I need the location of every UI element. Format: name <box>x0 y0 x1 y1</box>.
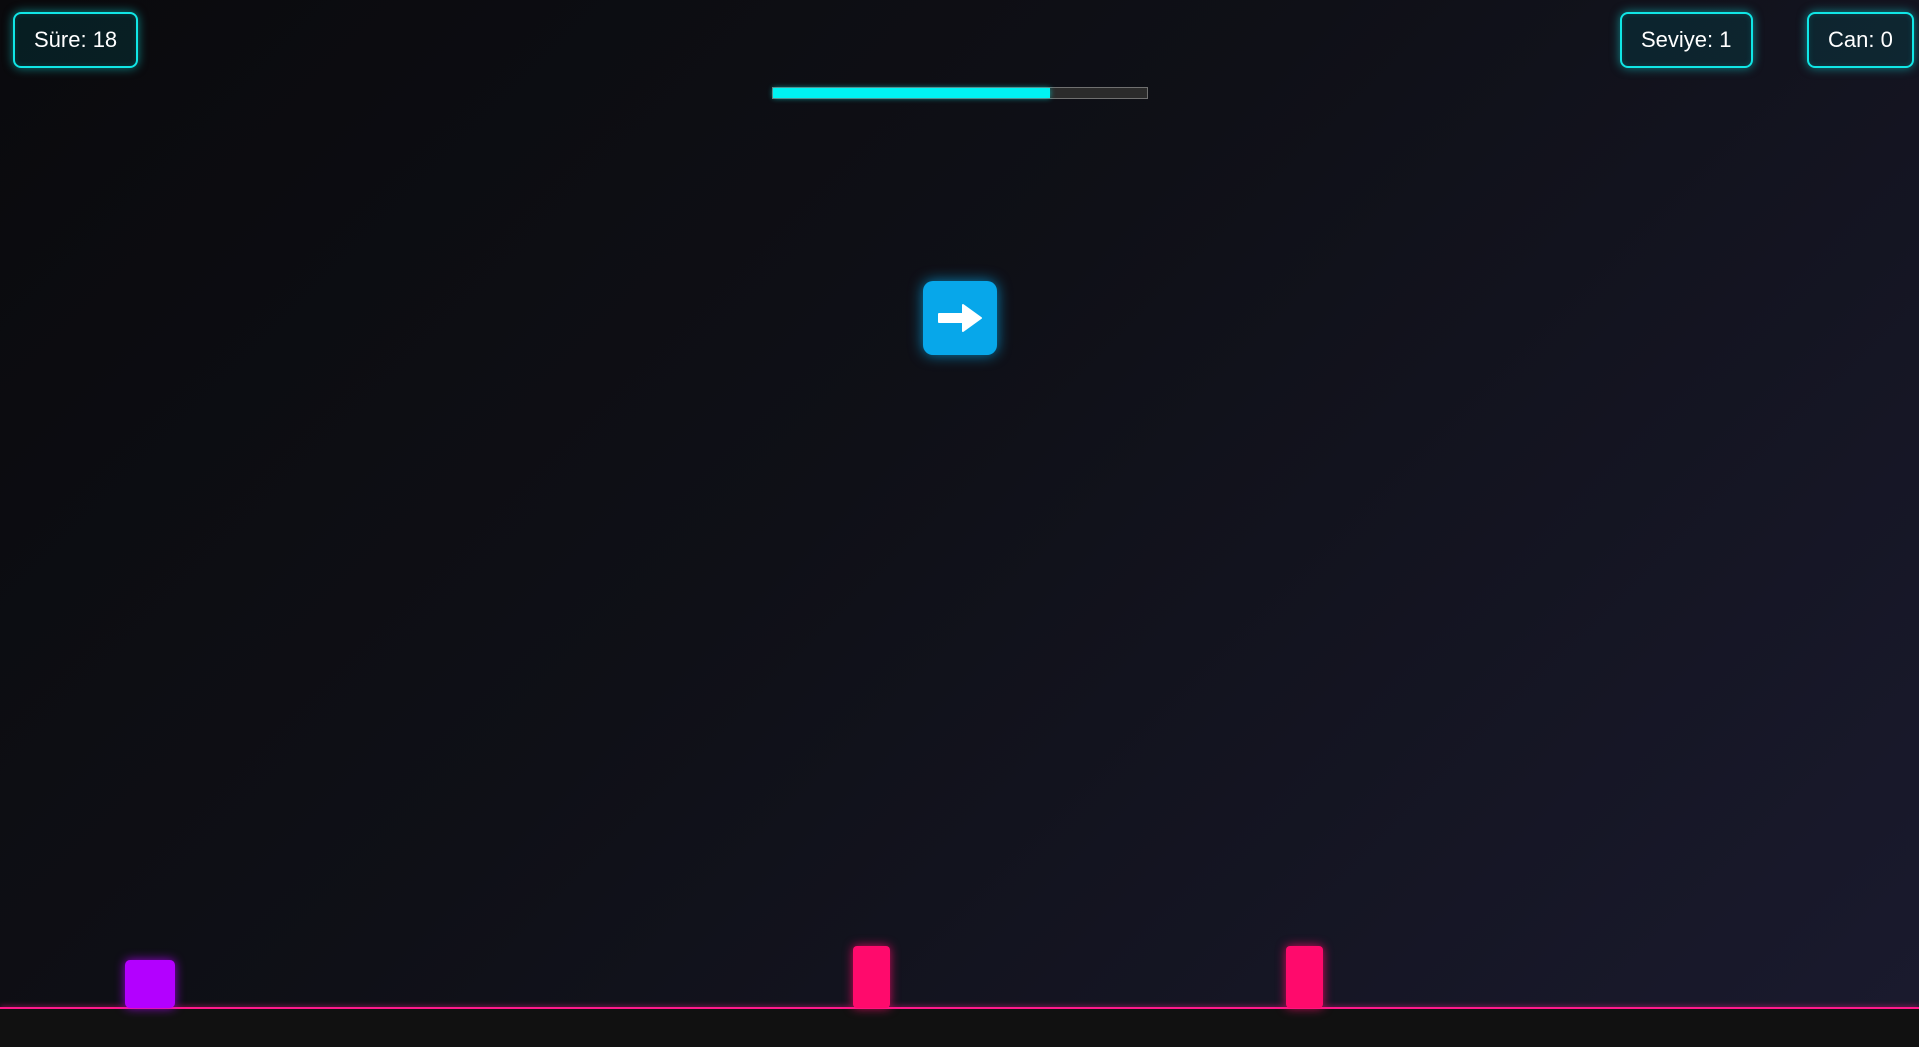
time-counter: Süre: 18 <box>13 12 139 68</box>
progress-bar <box>772 87 1148 99</box>
arrow-right-icon <box>938 304 982 332</box>
player-block <box>125 960 175 1008</box>
level-counter-label: Seviye: 1 <box>1641 27 1732 52</box>
lives-counter-label: Can: 0 <box>1828 27 1893 52</box>
level-counter: Seviye: 1 <box>1620 12 1753 68</box>
obstacle-block <box>853 946 890 1008</box>
obstacle-block <box>1286 946 1323 1008</box>
time-counter-label: Süre: 18 <box>34 27 118 52</box>
direction-prompt-tile <box>923 281 997 355</box>
lives-counter: Can: 0 <box>1807 12 1914 68</box>
ground <box>0 1009 1919 1047</box>
progress-bar-fill <box>773 88 1050 98</box>
